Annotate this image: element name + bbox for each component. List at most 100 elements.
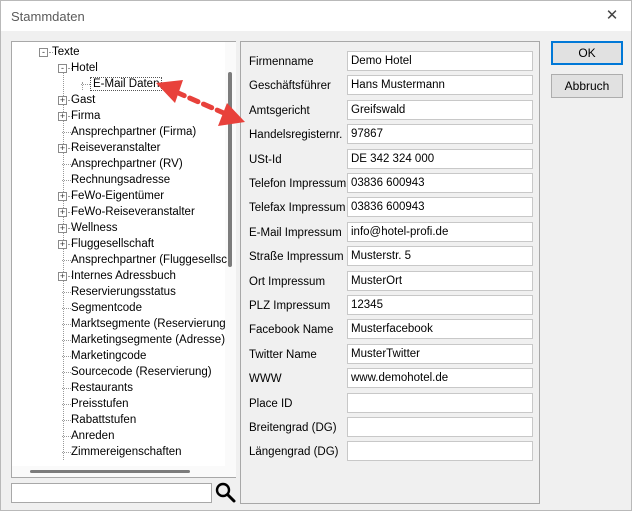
form-row: Handelsregisternr. <box>241 124 541 146</box>
tree-item[interactable]: Ansprechpartner (Fluggesellsc <box>71 252 227 268</box>
field-input[interactable] <box>347 124 533 145</box>
field-input[interactable] <box>347 319 533 340</box>
field-input[interactable] <box>347 197 533 218</box>
tree-horizontal-scroll-thumb[interactable] <box>30 470 190 473</box>
expand-icon[interactable]: + <box>58 96 67 105</box>
form-row: Firmenname <box>241 51 541 73</box>
expand-icon[interactable]: + <box>58 112 67 121</box>
tree-item[interactable]: Internes Adressbuch <box>71 268 176 284</box>
tree-item[interactable]: Wellness <box>71 220 117 236</box>
tree-item[interactable]: Segmentcode <box>71 300 142 316</box>
tree-item[interactable]: Marketingcode <box>71 348 146 364</box>
tree-connector <box>62 452 71 453</box>
tree-item[interactable]: Texte <box>52 44 80 60</box>
tree-item-label: Rechnungsadresse <box>71 174 171 186</box>
tree-connector <box>63 66 64 460</box>
field-input[interactable] <box>347 75 533 96</box>
field-input[interactable] <box>347 246 533 267</box>
tree-item[interactable]: Marktsegmente (Reservierung <box>71 316 226 332</box>
tree-item-label: Firma <box>71 110 101 122</box>
tree-item-label: Restaurants <box>71 382 134 394</box>
field-input[interactable] <box>347 368 533 389</box>
tree-item[interactable]: Zimmereigenschaften <box>71 444 182 460</box>
tree-connector <box>68 100 72 101</box>
close-icon[interactable]: ✕ <box>601 5 623 27</box>
tree-item[interactable]: Rechnungsadresse <box>71 172 170 188</box>
tree-connector <box>62 132 71 133</box>
tree-item-label: Internes Adressbuch <box>71 270 176 282</box>
tree-item[interactable]: Reservierungsstatus <box>71 284 176 300</box>
ok-button[interactable]: OK <box>551 41 623 65</box>
search-icon[interactable] <box>213 480 237 504</box>
field-label: Geschäftsführer <box>249 80 331 93</box>
tree-item[interactable]: Fluggesellschaft <box>71 236 154 252</box>
collapse-icon[interactable]: - <box>39 48 48 57</box>
field-label: Firmenname <box>249 56 314 68</box>
expand-icon[interactable]: + <box>58 272 67 281</box>
form-row: USt-Id <box>241 148 541 171</box>
tree-item-label: Fluggesellschaft <box>71 238 155 250</box>
expand-icon[interactable]: + <box>58 144 67 153</box>
tree-connector <box>62 404 71 405</box>
tree-connector <box>62 372 71 373</box>
tree-item[interactable]: Reiseveranstalter <box>71 140 160 156</box>
expand-icon[interactable]: + <box>58 240 67 249</box>
tree-connector <box>62 292 71 293</box>
field-input[interactable] <box>347 148 533 169</box>
tree-connector <box>62 308 71 309</box>
tree-item[interactable]: Preisstufen <box>71 396 129 412</box>
tree-item[interactable]: Ansprechpartner (RV) <box>71 156 183 172</box>
tree-connector <box>81 84 90 85</box>
email-data-form: Firmenname Geschäftsführer Amtsgericht Hand… <box>240 41 540 504</box>
tree-search-input[interactable] <box>11 483 212 503</box>
tree-item[interactable]: Sourcecode (Reservierung) <box>71 364 212 380</box>
tree-item[interactable]: Gast <box>71 92 95 108</box>
field-input[interactable] <box>347 343 533 364</box>
field-input[interactable] <box>347 295 533 315</box>
form-row: E-Mail Impressum <box>241 221 541 244</box>
field-input[interactable] <box>347 51 533 71</box>
field-input[interactable] <box>347 392 533 413</box>
title-bar: Stammdaten ✕ <box>1 1 631 31</box>
tree-item[interactable]: Firma <box>71 108 100 124</box>
tree-item-label: E-Mail Daten <box>90 77 163 91</box>
cancel-button[interactable]: Abbruch <box>551 74 623 98</box>
tree-item[interactable]: Anreden <box>71 428 114 444</box>
field-input[interactable] <box>347 270 533 291</box>
tree-item[interactable]: Marketingsegmente (Adresse) <box>71 332 225 348</box>
field-label: Handelsregisternr. <box>249 129 343 142</box>
tree-item-label: Hotel <box>71 62 98 74</box>
field-label: Breitengrad (DG) <box>249 422 337 434</box>
tree-connector <box>62 180 71 181</box>
tree-item[interactable]: Hotel <box>71 60 98 76</box>
tree-view[interactable]: Texte - Hotel - E-Mail Daten Gast + Firma + Anspr… <box>11 41 236 478</box>
form-row: Facebook Name <box>241 319 541 341</box>
field-input[interactable] <box>347 221 533 242</box>
tree-connector <box>62 164 71 165</box>
field-input[interactable] <box>347 441 533 462</box>
field-label: Telefax Impressum <box>249 202 346 215</box>
stammdaten-window: Stammdaten ✕ Texte - Hotel - E-Mail Daten Gas… <box>0 0 632 511</box>
tree-item-label: Wellness <box>71 222 118 234</box>
field-input[interactable] <box>347 99 533 120</box>
tree-item-label: Ansprechpartner (Firma) <box>71 126 197 138</box>
tree-item-label: FeWo-Reiseveranstalter <box>71 206 195 218</box>
tree-connector <box>62 420 71 421</box>
tree-item[interactable]: Rabattstufen <box>71 412 136 428</box>
tree-item[interactable]: E-Mail Daten <box>90 76 163 92</box>
field-input[interactable] <box>347 417 533 437</box>
tree-connector <box>68 212 72 213</box>
tree-item[interactable]: FeWo-Eigentümer <box>71 188 164 204</box>
collapse-icon[interactable]: - <box>58 64 67 73</box>
form-row: Ort Impressum <box>241 270 541 293</box>
tree-horizontal-scrollbar[interactable] <box>12 466 225 477</box>
form-row: Geschäftsführer <box>241 75 541 97</box>
tree-item[interactable]: FeWo-Reiseveranstalter <box>71 204 195 220</box>
expand-icon[interactable]: + <box>58 224 67 233</box>
expand-icon[interactable]: + <box>58 192 67 201</box>
tree-vertical-scroll-thumb[interactable] <box>228 72 232 267</box>
tree-item[interactable]: Ansprechpartner (Firma) <box>71 124 196 140</box>
tree-item[interactable]: Restaurants <box>71 380 133 396</box>
field-input[interactable] <box>347 173 533 193</box>
expand-icon[interactable]: + <box>58 208 67 217</box>
